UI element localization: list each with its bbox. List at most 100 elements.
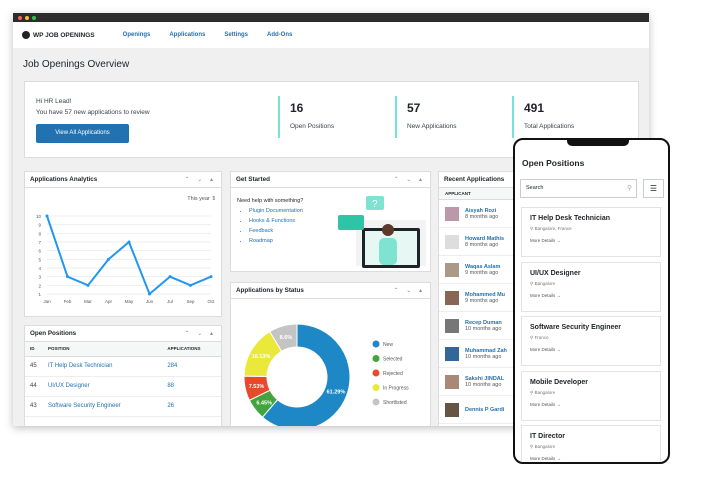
y-tick-label: 4 — [38, 266, 41, 271]
avatar — [445, 206, 459, 221]
slice-label: 61.29% — [327, 389, 346, 395]
avatar — [445, 346, 459, 361]
widget-controls[interactable]: ⌃ ⌄ ▴ — [185, 330, 216, 337]
col-id: ID — [25, 342, 43, 357]
more-details-link[interactable]: More Details → — [530, 402, 652, 407]
y-tick-label: 6 — [38, 249, 41, 254]
data-point — [107, 257, 110, 261]
avatar — [445, 402, 459, 417]
legend-marker — [372, 369, 380, 377]
more-details-link[interactable]: More Details → — [530, 347, 652, 352]
welcome-message: You have 57 new applications to review — [36, 109, 150, 116]
stat-new-applications: 57 New Applications — [395, 96, 457, 138]
y-tick-label: 3 — [38, 275, 41, 280]
more-details-link[interactable]: More Details → — [530, 456, 652, 461]
stat-total-applications: 491 Total Applications — [512, 96, 574, 138]
widget-title: Get Started — [236, 176, 270, 183]
widget-title: Open Positions — [30, 330, 77, 337]
job-card[interactable]: UI/UX Designer ⚲ Bangalore More Details → — [521, 261, 661, 312]
search-input[interactable]: Search ⚲ — [520, 179, 637, 198]
status-donut-chart: 61.29% New 6.45% Selected 7.53% Rejected 16.13… — [243, 323, 409, 426]
avatar — [445, 374, 459, 389]
avatar — [445, 318, 459, 333]
slice-label: 7.53% — [249, 384, 265, 390]
more-details-link[interactable]: More Details → — [530, 293, 652, 298]
y-tick-label: 9 — [38, 223, 41, 228]
view-all-applications-button[interactable]: View All Applications — [36, 124, 129, 143]
phone-notch — [567, 140, 629, 146]
data-point — [127, 240, 131, 244]
widget-title: Recent Applications — [444, 176, 505, 183]
nav-add-ons[interactable]: Add-Ons — [267, 32, 292, 38]
data-point — [45, 214, 49, 218]
location-pin-icon: ⚲ — [530, 389, 534, 395]
analytics-widget: Applications Analytics ⌃ ⌄ ▴ This year ⇕ … — [24, 171, 222, 317]
x-tick-label: Jul — [167, 299, 173, 304]
positions-table: ID POSITION APPLICATIONS 45 IT Help Desk Te… — [25, 342, 221, 417]
avatar — [445, 290, 459, 305]
title-bar — [13, 13, 649, 22]
data-point — [86, 283, 90, 287]
y-tick-label: 8 — [38, 231, 41, 236]
legend-label: New — [383, 342, 393, 348]
status-widget: Applications by Status ⌃ ⌄ ▴ 61.29% New 6.4… — [230, 282, 431, 426]
location-pin-icon: ⚲ — [530, 280, 534, 286]
slice-label: 16.13% — [252, 354, 271, 360]
applications-link[interactable]: 284 — [167, 363, 177, 369]
nav-applications[interactable]: Applications — [169, 32, 205, 38]
legend-marker — [372, 384, 380, 391]
location-pin-icon: ⚲ — [530, 444, 534, 449]
period-select[interactable]: This year ⇕ — [187, 196, 216, 202]
x-tick-label: Jan — [43, 299, 51, 304]
widget-controls[interactable]: ⌃ ⌄ ▴ — [394, 287, 425, 294]
legend-marker — [372, 355, 380, 362]
support-illustration: ? — [338, 196, 426, 268]
location-pin-icon: ⚲ — [530, 226, 534, 231]
minimize-dot[interactable] — [25, 16, 29, 20]
x-tick-label: Feb — [64, 299, 72, 304]
data-point — [66, 275, 69, 279]
brand-name: WP JOB OPENINGS — [33, 31, 95, 39]
get-started-widget: Get Started ⌃ ⌄ ▴ Need help with somethin… — [230, 171, 431, 272]
job-card[interactable]: Software Security Engineer ⚲ France More D… — [521, 316, 661, 366]
widget-title: Applications Analytics — [30, 176, 98, 183]
nav-openings[interactable]: Openings — [123, 32, 151, 38]
job-card[interactable]: Mobile Developer ⚲ Bangalore More Details … — [521, 370, 661, 421]
position-link[interactable]: Software Security Engineer — [48, 403, 121, 409]
maximize-dot[interactable] — [32, 16, 36, 20]
y-tick-label: 7 — [38, 240, 41, 245]
phone-title: Open Positions — [522, 158, 585, 168]
x-tick-label: Mar — [84, 299, 92, 304]
logo-icon — [22, 31, 30, 39]
y-tick-label: 5 — [38, 257, 41, 262]
legend-marker — [372, 340, 380, 348]
x-tick-label: Sep — [186, 299, 195, 304]
position-link[interactable]: IT Help Desk Technician — [48, 363, 112, 369]
job-card[interactable]: IT Help Desk Technician ⚲ Bangalore, Fran… — [521, 207, 661, 257]
legend-label: In Progress — [383, 386, 409, 392]
applications-link[interactable]: 88 — [167, 383, 174, 389]
nav-settings[interactable]: Settings — [224, 32, 248, 38]
avatar — [445, 262, 459, 277]
widget-controls[interactable]: ⌃ ⌄ ▴ — [394, 176, 425, 183]
close-dot[interactable] — [18, 16, 22, 20]
x-tick-label: Oct — [207, 299, 215, 304]
brand-logo[interactable]: WP JOB OPENINGS — [22, 31, 95, 39]
y-tick-label: 2 — [38, 283, 41, 288]
data-point — [209, 275, 213, 279]
filter-icon[interactable]: ☰ — [643, 179, 664, 198]
applications-link[interactable]: 26 — [167, 403, 174, 409]
mobile-preview: Open Positions Search ⚲ ☰ IT Help Desk Te… — [513, 138, 670, 464]
x-tick-label: Apr — [105, 299, 113, 304]
job-card[interactable]: IT Director ⚲ Bangalore More Details → — [521, 425, 661, 462]
widget-title: Applications by Status — [236, 287, 304, 294]
slice-label: 8.6% — [280, 335, 293, 341]
position-link[interactable]: UI/UX Designer — [48, 383, 90, 389]
slice-label: 6.45% — [256, 400, 272, 406]
table-row: 44 UI/UX Designer 88 — [25, 376, 221, 397]
widget-controls[interactable]: ⌃ ⌄ ▴ — [185, 176, 216, 183]
search-icon: ⚲ — [626, 185, 632, 192]
more-details-link[interactable]: More Details → — [530, 238, 652, 243]
svg-text:?: ? — [372, 199, 378, 210]
legend-marker — [372, 398, 380, 406]
